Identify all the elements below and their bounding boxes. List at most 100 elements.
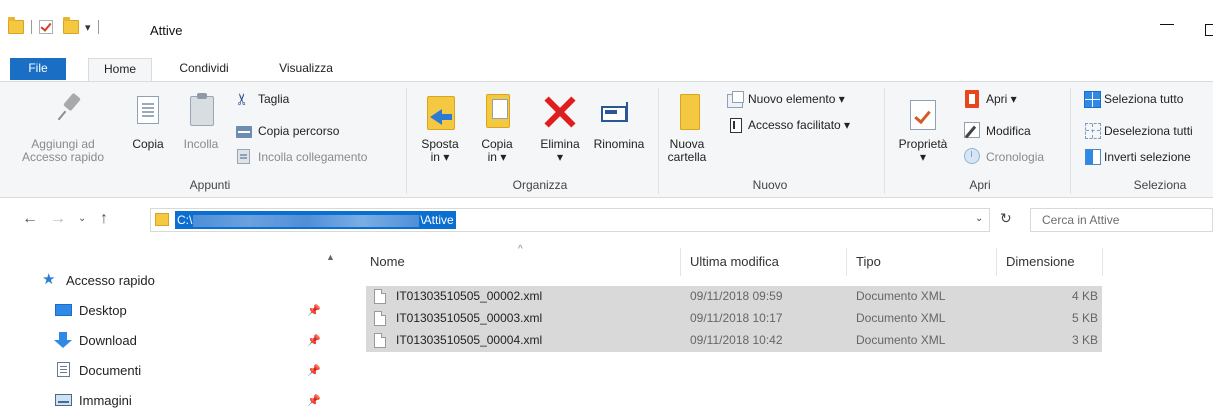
edit-button[interactable]: Modifica: [986, 124, 1031, 138]
quick-access-toolbar: ▾: [8, 17, 102, 34]
copy-button[interactable]: Copia: [128, 138, 168, 151]
file-size: 4 KB: [1071, 289, 1098, 303]
window-title: Attive: [150, 23, 183, 38]
tab-view[interactable]: Visualizza: [262, 58, 350, 81]
pin-icon[interactable]: 📌: [307, 334, 321, 347]
up-arrow-icon[interactable]: ↑: [100, 210, 108, 228]
new-folder-button[interactable]: Nuova cartella: [664, 138, 710, 164]
move-to-icon: [427, 96, 455, 130]
column-separator[interactable]: [846, 248, 847, 276]
paste-button[interactable]: Incolla: [176, 138, 226, 151]
delete-dropdown-icon: ▾: [556, 150, 564, 164]
address-prefix: C:\: [177, 213, 193, 227]
rename-icon: [601, 102, 635, 122]
search-input[interactable]: Cerca in Attive: [1030, 208, 1213, 232]
file-row[interactable]: IT01303510505_00004.xml 09/11/2018 10:42…: [366, 330, 1102, 352]
sidebar-item-label: Documenti: [79, 362, 142, 378]
easy-access-icon: [728, 118, 742, 133]
file-modified: 09/11/2018 09:59: [690, 289, 783, 303]
open-button[interactable]: Apri ▾: [986, 92, 1017, 106]
pin-icon[interactable]: 📌: [307, 364, 321, 377]
copy-icon: [137, 96, 159, 124]
paste-link-button[interactable]: Incolla collegamento: [258, 150, 367, 164]
minimize-button[interactable]: [1160, 24, 1174, 25]
history-icon: [964, 148, 980, 164]
pictures-icon: [55, 394, 72, 406]
scroll-up-icon[interactable]: ▲: [326, 252, 335, 262]
ribbon: Aggiungi ad Accesso rapido Copia Incolla…: [0, 81, 1213, 198]
file-type: Documento XML: [856, 333, 946, 347]
back-arrow-icon[interactable]: ←: [22, 210, 38, 228]
select-none-icon: [1085, 123, 1101, 139]
file-size: 3 KB: [1071, 333, 1098, 347]
history-button[interactable]: Cronologia: [986, 150, 1044, 164]
new-folder-quick-icon[interactable]: [63, 17, 79, 34]
select-all-icon: [1084, 91, 1101, 108]
sidebar-item-desktop[interactable]: Desktop: [55, 296, 127, 324]
select-all-button[interactable]: Seleziona tutto: [1104, 92, 1183, 106]
sidebar-item-download[interactable]: Download: [54, 326, 137, 354]
chevron-down-icon[interactable]: ⌄: [975, 213, 983, 224]
column-header-modified[interactable]: Ultima modifica: [690, 244, 779, 280]
group-separator: [406, 88, 407, 194]
select-none-button[interactable]: Deseleziona tutti: [1104, 124, 1193, 138]
tab-share[interactable]: Condividi: [164, 58, 244, 81]
column-separator[interactable]: [1102, 248, 1103, 276]
edit-icon: [964, 122, 980, 138]
toolbar-separator: [31, 20, 32, 34]
address-path[interactable]: C:\ \Attive: [175, 211, 456, 229]
column-separator[interactable]: [680, 248, 681, 276]
address-bar[interactable]: C:\ \Attive ⌄: [150, 208, 990, 232]
cut-button[interactable]: Taglia: [258, 92, 289, 106]
copy-to-button[interactable]: Copia in ▾: [472, 138, 522, 164]
file-row[interactable]: IT01303510505_00002.xml 09/11/2018 09:59…: [366, 286, 1102, 308]
pin-icon[interactable]: 📌: [307, 304, 321, 317]
rename-button[interactable]: Rinomina: [584, 138, 654, 151]
pin-icon: [58, 94, 82, 122]
new-item-button[interactable]: Nuovo elemento ▾: [748, 92, 845, 106]
group-label-apri: Apri: [969, 178, 991, 192]
properties-button[interactable]: Proprietà ▾: [888, 138, 958, 164]
file-type: Documento XML: [856, 311, 946, 325]
file-row[interactable]: IT01303510505_00003.xml 09/11/2018 10:17…: [366, 308, 1102, 330]
sidebar-item-quick-access[interactable]: ★ Accesso rapido: [42, 266, 155, 294]
xml-file-icon: [374, 289, 386, 304]
refresh-icon[interactable]: ↻: [1000, 210, 1012, 227]
folder-icon: [155, 213, 169, 226]
column-header-type[interactable]: Tipo: [856, 244, 881, 280]
recent-locations-icon[interactable]: ⌄: [78, 213, 86, 224]
maximize-button[interactable]: [1205, 24, 1213, 36]
column-header-name[interactable]: Nome: [370, 244, 405, 280]
invert-selection-icon: [1085, 149, 1101, 165]
open-icon: [965, 90, 979, 108]
sidebar-item-pictures[interactable]: Immagini: [55, 386, 132, 411]
ribbon-tabs: File Home Condividi Visualizza: [0, 58, 1213, 81]
sidebar-item-documents[interactable]: Documenti: [55, 356, 141, 384]
newfolder-label-line2: cartella: [667, 150, 707, 164]
copy-path-button[interactable]: Copia percorso: [258, 124, 339, 138]
forward-arrow-icon[interactable]: →: [50, 210, 66, 228]
sidebar-item-label: Download: [79, 332, 137, 348]
sidebar-item-label: Accesso rapido: [66, 272, 155, 288]
xml-file-icon: [374, 311, 386, 326]
column-separator[interactable]: [996, 248, 997, 276]
tab-file[interactable]: File: [10, 58, 66, 80]
invert-selection-button[interactable]: Inverti selezione: [1104, 150, 1191, 164]
delete-button[interactable]: Elimina ▾: [530, 138, 590, 164]
move-to-button[interactable]: Sposta in ▾: [412, 138, 468, 164]
properties-quick-icon[interactable]: [39, 20, 53, 34]
pin-quick-access-button[interactable]: Aggiungi ad Accesso rapido: [4, 138, 122, 164]
file-modified: 09/11/2018 10:17: [690, 311, 783, 325]
delete-icon: [544, 96, 576, 128]
group-label-seleziona: Seleziona: [1133, 178, 1187, 192]
tab-home[interactable]: Home: [88, 58, 152, 81]
navigation-bar: ← → ⌄ ↑ C:\ \Attive ⌄ ↻ Cerca in Attive: [0, 198, 1213, 244]
paste-icon: [190, 93, 214, 126]
easy-access-button[interactable]: Accesso facilitato ▾: [748, 118, 850, 132]
pin-label-line2: Accesso rapido: [21, 150, 105, 164]
pin-icon[interactable]: 📌: [307, 394, 321, 407]
customize-toolbar-icon[interactable]: ▾: [85, 21, 91, 34]
group-separator: [884, 88, 885, 194]
new-item-icon: [727, 91, 744, 108]
column-header-size[interactable]: Dimensione: [1006, 244, 1075, 280]
